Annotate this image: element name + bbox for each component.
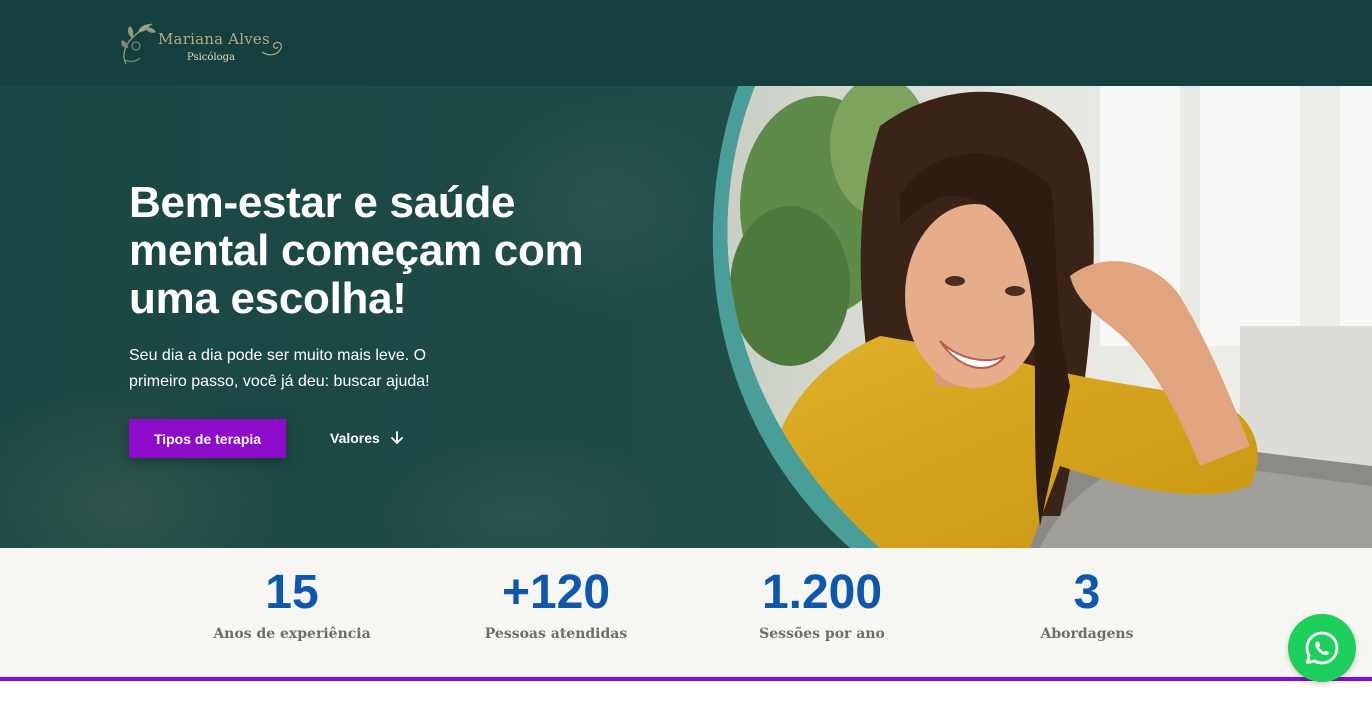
whatsapp-button[interactable] [1288,614,1356,682]
arrow-down-icon [390,431,403,444]
section-divider [0,677,1372,681]
stat-value: 15 [265,566,319,619]
stat-value: 3 [1073,566,1101,619]
whatsapp-icon [1305,631,1339,665]
stat-value: 1.200 [761,566,883,619]
prices-link[interactable]: Valores [330,427,404,449]
stats-section: 15 Anos de experiência +120 Pessoas aten… [0,548,1372,677]
hero-section: Bem-estar e saúde mental começam com uma… [0,86,1372,548]
stat-approaches: 3 Abordagens [977,566,1197,642]
stat-label: Pessoas atendidas [484,626,628,642]
hero-subtext: Seu dia a dia pode ser muito mais leve. … [129,347,430,390]
stat-label: Abordagens [1040,626,1134,642]
stat-years: 15 Anos de experiência [182,566,402,642]
brand-name: Mariana Alves [158,30,270,48]
stat-sessions: 1.200 Sessões por ano [712,566,932,642]
stat-value: +120 [501,566,611,619]
flourish-icon [261,41,282,56]
stat-people: +120 Pessoas atendidas [446,566,666,642]
stat-label: Anos de experiência [213,626,371,642]
brand-logo[interactable]: Mariana Alves Psicóloga [118,18,288,70]
prices-link-label: Valores [330,430,380,446]
brand-subtitle: Psicóloga [187,52,235,63]
therapy-types-button[interactable]: Tipos de terapia [129,419,286,458]
hero-headline: Bem-estar e saúde mental começam com uma… [129,178,584,323]
stat-label: Sessões por ano [759,626,885,642]
site-header: Mariana Alves Psicóloga [0,0,1372,86]
